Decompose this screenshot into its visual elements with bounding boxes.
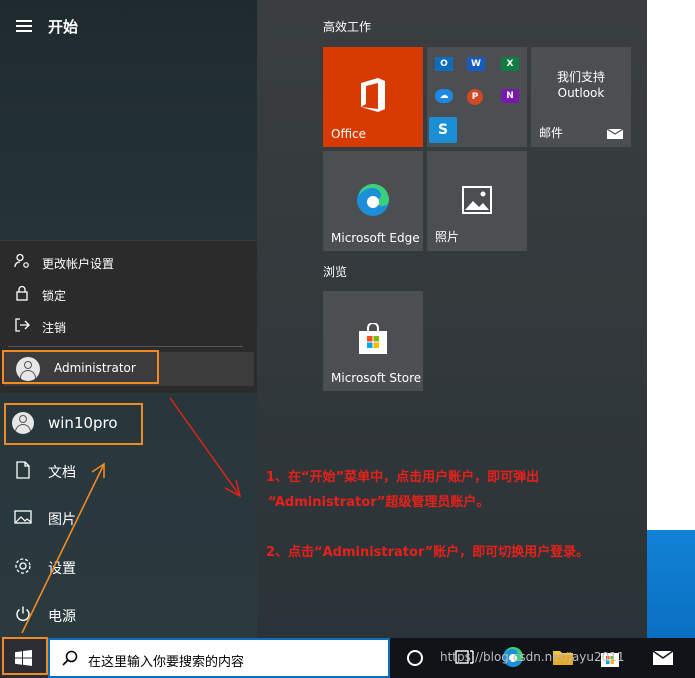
taskbar-mail-icon[interactable]: [652, 650, 674, 666]
cortana-icon[interactable]: [405, 648, 425, 668]
search-icon: [62, 650, 78, 666]
annotation-arrows: [21, 397, 242, 634]
start-button-highlight-box: [2, 637, 48, 675]
orange-arrow-line: [21, 463, 105, 634]
annotation-step1-line2: “Administrator”超级管理员账户。: [268, 495, 490, 510]
watermark-url: https://blog.csdn.net/Jayu2011: [440, 650, 625, 664]
search-placeholder: 在这里输入你要搜索的内容: [88, 655, 245, 670]
red-arrow-line: [169, 397, 241, 497]
annotation-step1-line1: 1、在“开始”菜单中，点击用户账户，即可弹出: [266, 470, 540, 485]
annotation-step2: 2、点击“Administrator”账户，即可切换用户登录。: [266, 545, 590, 560]
taskbar-search-box[interactable]: 在这里输入你要搜索的内容: [48, 638, 390, 678]
